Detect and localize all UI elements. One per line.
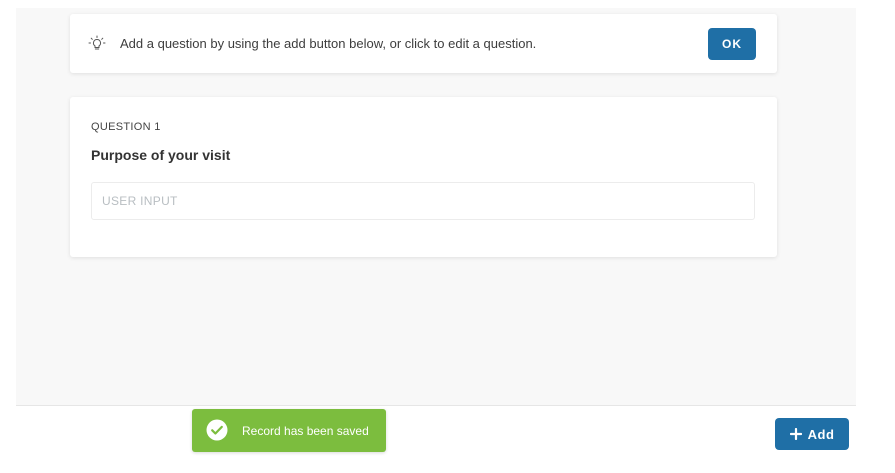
question-number: QUESTION 1 xyxy=(91,121,161,133)
add-button-label: Add xyxy=(807,426,835,442)
question-title: Purpose of your visit xyxy=(91,147,231,163)
add-button[interactable]: Add xyxy=(775,418,849,450)
lightbulb-icon xyxy=(88,35,106,53)
ok-button[interactable]: OK xyxy=(708,28,756,60)
tip-text: Add a question by using the add button b… xyxy=(120,36,537,51)
check-circle-icon xyxy=(206,419,228,441)
toast-message: Record has been saved xyxy=(242,424,369,438)
tip-banner: Add a question by using the add button b… xyxy=(70,14,777,73)
save-toast: Record has been saved xyxy=(192,409,386,452)
question-card[interactable]: QUESTION 1 Purpose of your visit xyxy=(70,97,777,257)
plus-icon xyxy=(789,427,802,441)
user-input-field[interactable] xyxy=(91,182,755,220)
footer-divider xyxy=(16,405,856,406)
